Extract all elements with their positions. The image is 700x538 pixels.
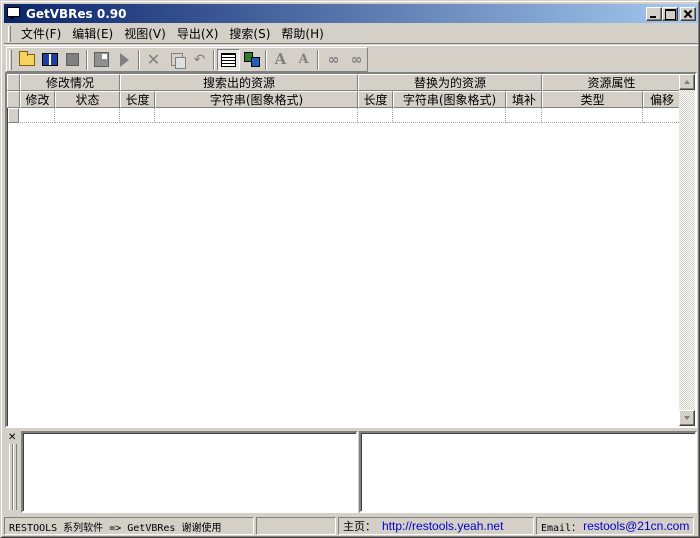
homepage-label: 主页： (343, 520, 376, 533)
toolbar-separator (86, 49, 88, 70)
replacement-resource-panel[interactable] (359, 431, 697, 513)
find-button[interactable]: ∞ (321, 49, 344, 71)
col-found-length[interactable]: 长度 (120, 91, 155, 108)
copy-icon (170, 53, 186, 69)
run-button[interactable] (113, 49, 136, 71)
status-product: RESTOOLS 系列软件 => GetVBRes 谢谢使用 (4, 517, 254, 535)
undo-icon: ↶ (193, 51, 206, 68)
header-corner (7, 91, 20, 108)
font-button[interactable]: A (269, 49, 292, 71)
status-empty (256, 517, 336, 535)
copy-button[interactable] (165, 49, 188, 71)
window-title: GetVBRes 0.90 (26, 6, 127, 21)
font-small-icon: A (298, 52, 309, 67)
col-padding[interactable]: 填补 (506, 91, 542, 108)
col-replace-length[interactable]: 长度 (358, 91, 393, 108)
original-resource-panel[interactable] (21, 431, 358, 513)
close-panel-icon[interactable]: ✕ (8, 432, 16, 443)
toolbar: ✕ ↶ A A ∞ ∞ (4, 45, 698, 73)
stop-icon (66, 53, 79, 66)
table-cell[interactable] (643, 108, 681, 123)
menu-bar: 文件(F) 编辑(E) 视图(V) 导出(X) 搜索(S) 帮助(H) (4, 24, 698, 44)
status-bar: RESTOOLS 系列软件 => GetVBRes 谢谢使用 主页： http:… (4, 516, 698, 536)
email-label: Email： (541, 522, 582, 534)
status-email: Email： restools@21cn.com (536, 517, 694, 535)
menu-grip[interactable] (8, 25, 11, 42)
col-replace-string[interactable]: 字符串(图象格式) (393, 91, 506, 108)
open-folder-icon (18, 50, 35, 66)
table-cell[interactable] (358, 108, 393, 123)
menu-help[interactable]: 帮助(H) (277, 25, 330, 42)
row-selector[interactable] (8, 108, 19, 123)
homepage-link[interactable]: http://restools.yeah.net (382, 519, 503, 533)
title-bar[interactable]: GetVBRes 0.90 (4, 4, 698, 23)
col-offset[interactable]: 偏移 (643, 91, 681, 108)
table-cell[interactable] (506, 108, 542, 123)
main-window: GetVBRes 0.90 文件(F) 编辑(E) 视图(V) 导出(X) 搜索… (0, 0, 700, 538)
cut-icon: ✕ (146, 49, 161, 69)
resource-list[interactable]: 修改情况 搜索出的资源 替换为的资源 资源属性 修改 状态 长度 字符串(图象格… (5, 72, 697, 428)
status-homepage: 主页： http://restools.yeah.net (338, 517, 534, 535)
header-group-attr[interactable]: 资源属性 (542, 74, 681, 91)
open-book-icon (41, 53, 58, 66)
toolbar-separator (317, 49, 319, 70)
table-cell[interactable] (155, 108, 358, 123)
grid-view-icon (221, 52, 236, 67)
col-found-string[interactable]: 字符串(图象格式) (155, 91, 358, 108)
email-link[interactable]: restools@21cn.com (583, 519, 689, 533)
table-cell[interactable] (542, 108, 643, 123)
table-cell[interactable] (393, 108, 506, 123)
table-cell[interactable] (120, 108, 155, 123)
font-small-button[interactable]: A (292, 49, 315, 71)
vertical-scrollbar[interactable] (679, 74, 695, 426)
export-button[interactable] (90, 49, 113, 71)
toolbar-band: ✕ ↶ A A ∞ ∞ (6, 47, 368, 72)
grid-view-button[interactable] (217, 48, 240, 71)
maximize-button[interactable] (662, 6, 678, 21)
cut-button[interactable]: ✕ (142, 49, 165, 71)
col-modify[interactable]: 修改 (20, 91, 55, 108)
toolbar-separator (213, 49, 215, 70)
close-button[interactable] (680, 6, 696, 21)
header-group-replace[interactable]: 替换为的资源 (358, 74, 542, 91)
minimize-button[interactable] (646, 6, 662, 21)
stop-button[interactable] (61, 49, 84, 71)
table-cell[interactable] (55, 108, 120, 123)
scroll-up-button[interactable] (679, 74, 695, 90)
table-cell[interactable] (20, 108, 55, 123)
network-button[interactable] (240, 49, 263, 71)
menu-view[interactable]: 视图(V) (120, 25, 173, 42)
panel-grip[interactable] (13, 444, 17, 510)
font-icon: A (274, 50, 287, 68)
open-book-button[interactable] (38, 49, 61, 71)
undo-button[interactable]: ↶ (188, 49, 211, 71)
scroll-down-button[interactable] (679, 410, 695, 426)
toolbar-grip[interactable] (9, 49, 12, 70)
menu-edit[interactable]: 编辑(E) (68, 25, 120, 42)
col-type[interactable]: 类型 (542, 91, 643, 108)
open-button[interactable] (15, 49, 38, 71)
play-icon (120, 52, 129, 67)
toolbar-separator (138, 49, 140, 70)
find-next-icon: ∞ (350, 51, 363, 68)
app-speech-bubble-icon[interactable] (6, 6, 22, 22)
binoculars-icon: ∞ (327, 51, 340, 68)
toolbar-separator (265, 49, 267, 70)
find-next-button[interactable]: ∞ (344, 49, 367, 71)
menu-export[interactable]: 导出(X) (173, 25, 226, 42)
menu-file[interactable]: 文件(F) (17, 25, 68, 42)
header-group-modify[interactable]: 修改情况 (20, 74, 120, 91)
network-icon (243, 52, 260, 67)
menu-search[interactable]: 搜索(S) (225, 25, 277, 42)
export-icon (94, 52, 109, 67)
header-corner (7, 74, 20, 91)
col-status[interactable]: 状态 (55, 91, 120, 108)
header-group-found[interactable]: 搜索出的资源 (120, 74, 358, 91)
